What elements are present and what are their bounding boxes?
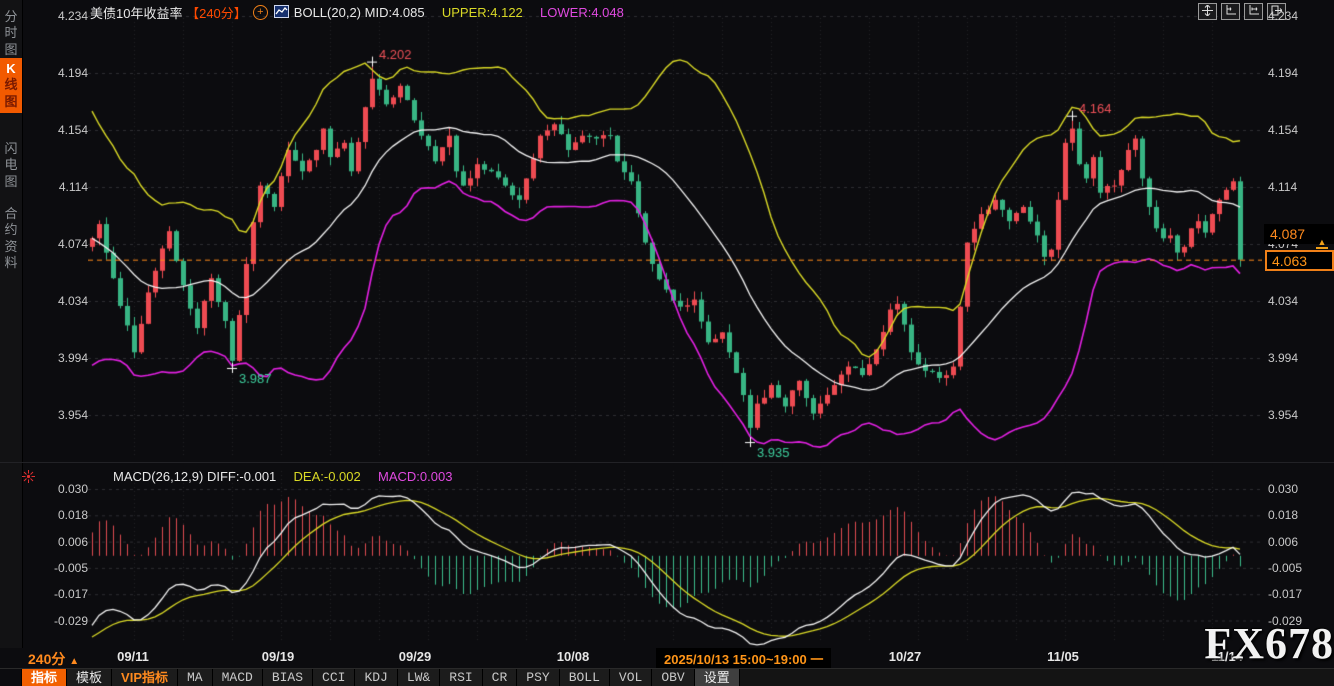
dropdown-arrow-icon: ▲ <box>69 656 79 667</box>
footer-tab-VIP指标[interactable]: VIP指标 <box>112 669 178 686</box>
price-axis-label-left: 4.194 <box>40 66 88 80</box>
chart-application: 分时图K线图闪电图合约资料 美债10年收益率 【240分】 + BOLL(20,2)… <box>0 0 1334 686</box>
price-axis-label-right: 4.114 <box>1268 180 1297 194</box>
footer-tab-BIAS[interactable]: BIAS <box>263 669 313 686</box>
main-chart-canvas[interactable] <box>88 0 1262 462</box>
axis-scale-left-icon <box>1225 3 1236 21</box>
instrument-title: 美债10年收益率 <box>90 6 182 21</box>
date-label-10-08: 10/08 <box>557 649 590 664</box>
interval-badge: 【240分】 <box>186 6 247 21</box>
macd-header: MACD(26,12,9) DIFF:-0.001 DEA:-0.002 MAC… <box>113 469 452 484</box>
footer-tab-PSY[interactable]: PSY <box>517 669 559 686</box>
price-axis-label-right: 4.234 <box>1268 9 1298 23</box>
macd-axis-label-right: 0.018 <box>1268 508 1298 522</box>
indicator-tab-bar: 指标模板VIP指标MAMACDBIASCCIKDJLW&RSICRPSYBOLL… <box>0 668 1334 686</box>
price-axis-label-left: 4.074 <box>40 237 88 251</box>
time-axis: 240分 ▲ 2025/10/13 15:00~19:00 一 09/11 09/… <box>0 648 1334 668</box>
footer-tab-MACD[interactable]: MACD <box>213 669 263 686</box>
interval-selector[interactable]: 240分 ▲ <box>28 649 79 669</box>
sidebar-item-4[interactable]: 合约资料 <box>0 203 22 274</box>
price-axis-label-left: 3.954 <box>40 408 88 422</box>
pane-divider <box>0 462 1334 463</box>
macd-diff-value: DIFF:-0.001 <box>207 469 276 484</box>
window-control-axis-scale-left-icon[interactable] <box>1221 3 1240 20</box>
footer-tab-设置[interactable]: 设置 <box>695 669 740 686</box>
footer-tab-LW&[interactable]: LW& <box>398 669 440 686</box>
macd-params-label: MACD(26,12,9) <box>113 469 203 484</box>
indicator-style-icon[interactable] <box>274 5 289 21</box>
price-axis-label-left: 4.234 <box>40 9 88 23</box>
price-axis-label-left: 4.034 <box>40 294 88 308</box>
window-control-pan-icon[interactable] <box>1198 3 1217 20</box>
sidebar-item-1[interactable]: 分时图 <box>0 6 22 61</box>
price-axis-label-right: 4.194 <box>1268 66 1298 80</box>
footer-tab-模板[interactable]: 模板 <box>67 669 112 686</box>
macd-axis-label-right: 0.030 <box>1268 482 1298 496</box>
macd-axis-label-left: -0.017 <box>40 587 88 601</box>
price-axis-label-right: 4.154 <box>1268 123 1298 137</box>
axis-scale-right-icon <box>1248 3 1259 21</box>
macd-bar-value: MACD:0.003 <box>378 469 452 484</box>
scroll-to-price-button[interactable]: ▲ <box>1316 239 1328 249</box>
price-axis-label-right: 3.994 <box>1268 351 1298 365</box>
footer-tab-BOLL[interactable]: BOLL <box>560 669 610 686</box>
macd-axis-label-right: -0.017 <box>1268 587 1302 601</box>
price-axis-label-right: 3.954 <box>1268 408 1298 422</box>
macd-axis-label-left: -0.005 <box>40 561 88 575</box>
macd-axis-label-left: 0.030 <box>40 482 88 496</box>
macd-axis-label-left: 0.018 <box>40 508 88 522</box>
pan-icon <box>1202 3 1213 21</box>
crosshair-date-tooltip: 2025/10/13 15:00~19:00 一 <box>656 648 831 669</box>
date-label-10-27: 10/27 <box>889 649 922 664</box>
footer-left-pad <box>0 669 22 686</box>
macd-indicator-canvas[interactable] <box>88 465 1262 647</box>
price-axis-label-left: 4.114 <box>40 180 88 194</box>
footer-tab-RSI[interactable]: RSI <box>440 669 482 686</box>
date-label-09-19: 09/19 <box>262 649 295 664</box>
footer-tab-CR[interactable]: CR <box>483 669 518 686</box>
footer-tab-CCI[interactable]: CCI <box>313 669 355 686</box>
sidebar-item-2[interactable]: K线图 <box>0 58 22 113</box>
footer-tab-VOL[interactable]: VOL <box>610 669 652 686</box>
price-axis-label-left: 3.994 <box>40 351 88 365</box>
macd-axis-label-left: -0.029 <box>40 614 88 628</box>
footer-tab-指标[interactable]: 指标 <box>22 669 67 686</box>
boll-lower-value: LOWER:4.048 <box>540 5 624 20</box>
boll-upper-value: UPPER:4.122 <box>442 5 523 20</box>
boll-mid-value: MID:4.085 <box>365 5 425 20</box>
chart-type-toolbar: 分时图K线图闪电图合约资料 <box>0 0 23 648</box>
macd-axis-label-right: 0.006 <box>1268 535 1298 549</box>
boll-label: BOLL(20,2) <box>294 5 361 20</box>
footer-tab-MA[interactable]: MA <box>178 669 213 686</box>
macd-axis-label-right: -0.029 <box>1268 614 1302 628</box>
macd-axis-label-left: 0.006 <box>40 535 88 549</box>
sidebar-item-3[interactable]: 闪电图 <box>0 138 22 193</box>
scroll-arrow-icon: ▲ <box>1318 237 1327 247</box>
main-chart-header: 美债10年收益率 【240分】 + BOLL(20,2) MID:4.085 UPP… <box>90 3 624 21</box>
date-label-09-11: 09/11 <box>117 649 149 664</box>
indicator-settings-icon[interactable] <box>22 470 35 483</box>
date-label-09-29: 09/29 <box>399 649 432 664</box>
footer-tab-OBV[interactable]: OBV <box>652 669 694 686</box>
add-indicator-icon[interactable]: + <box>253 5 268 20</box>
price-axis-label-left: 4.154 <box>40 123 88 137</box>
footer-tab-KDJ[interactable]: KDJ <box>355 669 397 686</box>
date-label-11-05: 11/05 <box>1047 649 1079 664</box>
window-control-axis-scale-right-icon[interactable] <box>1244 3 1263 20</box>
last-price-box: 4.063 <box>1265 250 1334 271</box>
macd-axis-label-right: -0.005 <box>1268 561 1302 575</box>
date-label-11-14: 11/14 <box>1211 649 1243 664</box>
macd-dea-value: DEA:-0.002 <box>294 469 361 484</box>
price-axis-label-right: 4.034 <box>1268 294 1298 308</box>
